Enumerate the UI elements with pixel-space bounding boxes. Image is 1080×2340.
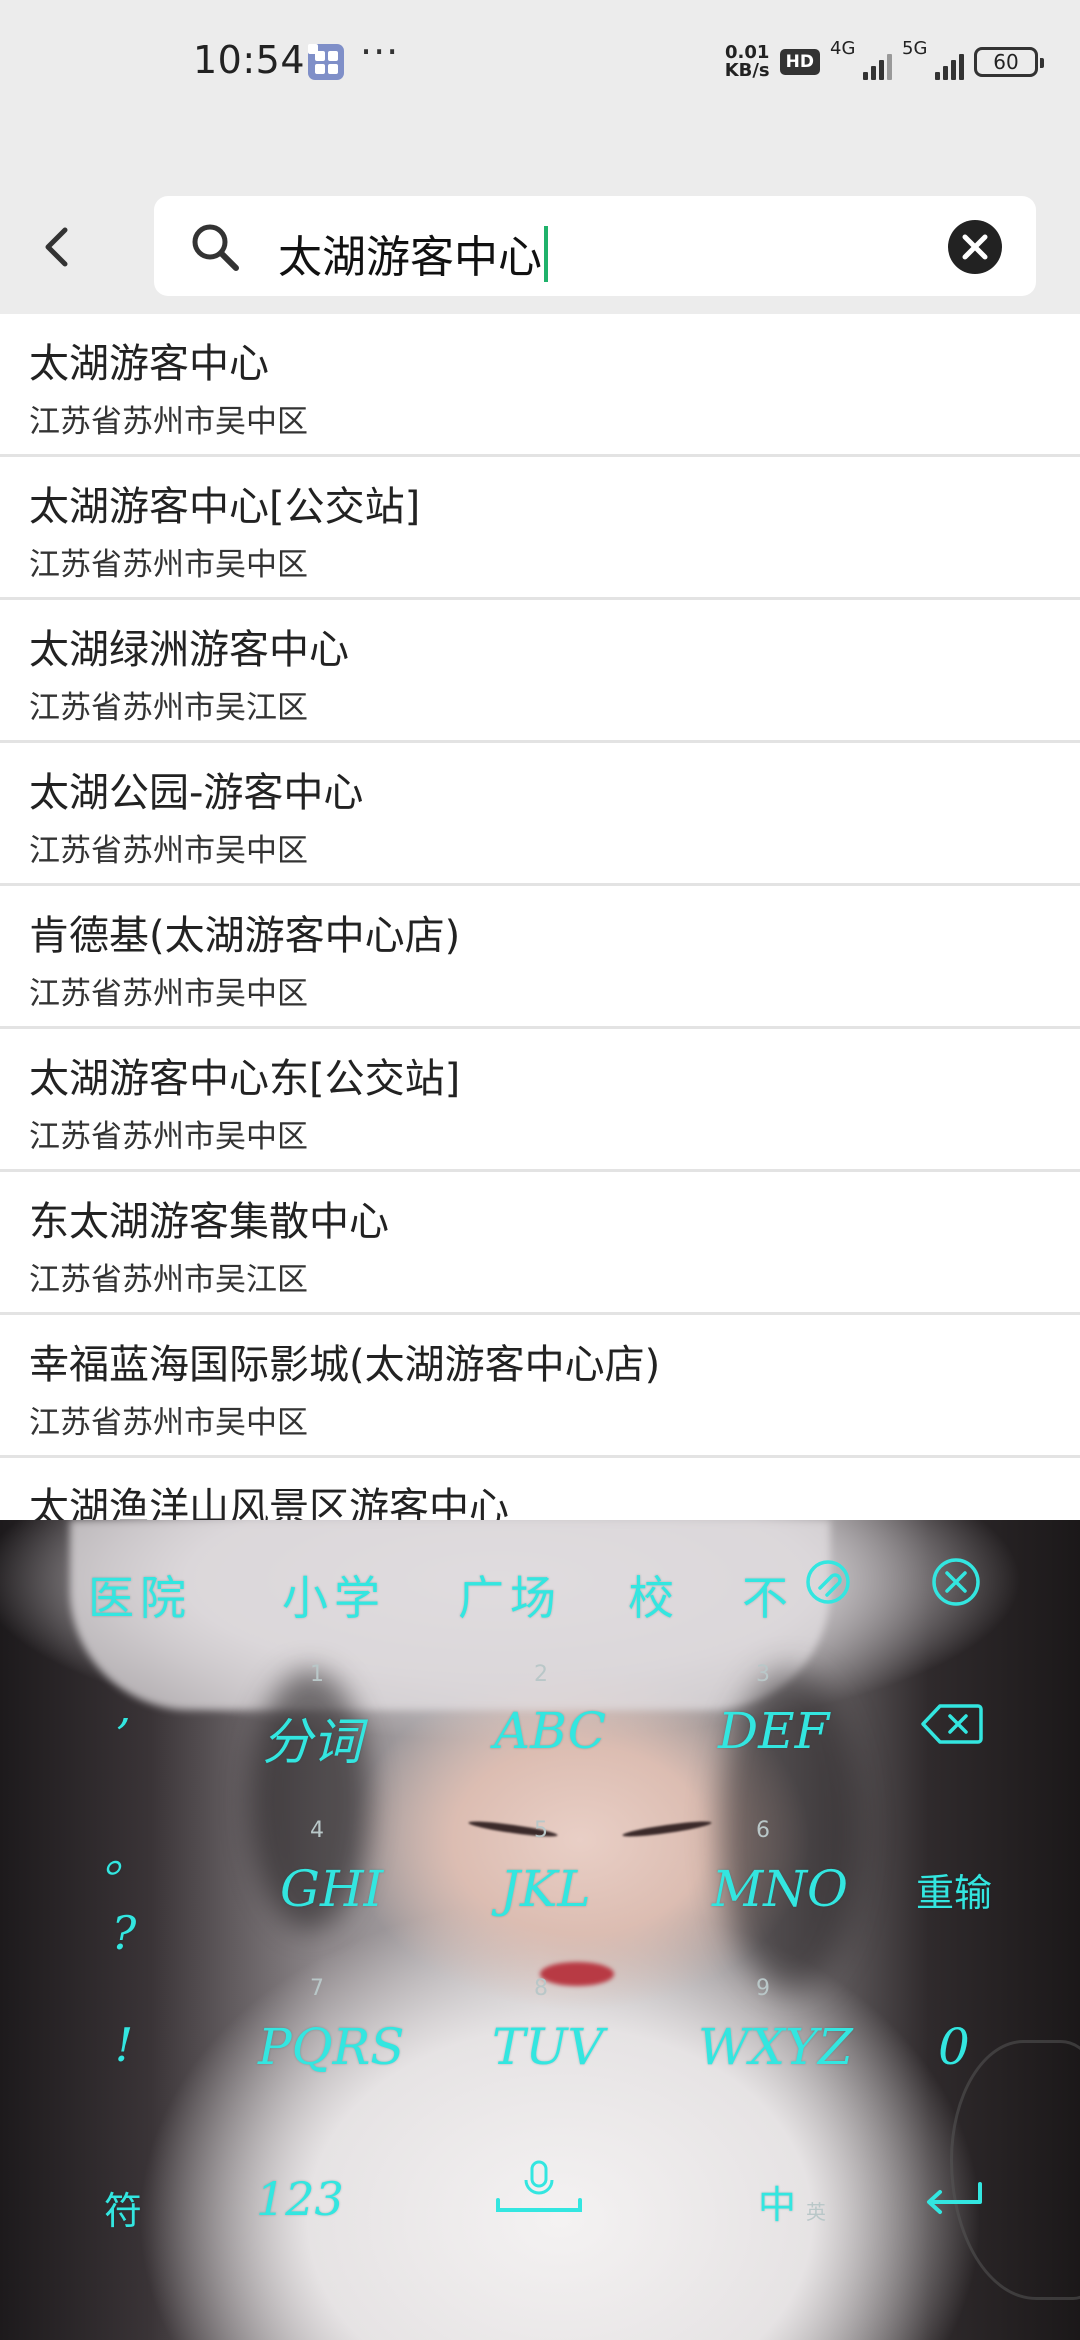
battery-level: 60 [993, 50, 1019, 74]
result-address: 江苏省苏州市吴中区 [29, 1405, 308, 1441]
result-title: 太湖渔洋山风景区游客中心 [29, 1485, 509, 1520]
result-item[interactable]: 东太湖游客集散中心 江苏省苏州市吴江区 [0, 1172, 1080, 1315]
key-number: 3 [756, 1662, 770, 1687]
close-keyboard-icon[interactable] [928, 1554, 984, 1610]
period-key[interactable]: 。 [104, 1820, 150, 1886]
language-current: 中 [758, 2183, 797, 2227]
result-address: 江苏省苏州市吴中区 [29, 1119, 308, 1155]
back-button[interactable] [28, 216, 84, 278]
result-item[interactable]: 太湖绿洲游客中心 江苏省苏州市吴江区 [0, 600, 1080, 743]
key-number: 5 [534, 1818, 548, 1843]
paperclip-icon[interactable] [800, 1554, 856, 1610]
result-address: 江苏省苏州市吴中区 [29, 976, 308, 1012]
status-indicators: 0.01 KB/s HD 4G 5G 60 [725, 38, 1044, 84]
key-0[interactable]: 0 [938, 2018, 970, 2076]
exclamation-key[interactable]: ! [104, 2018, 144, 2072]
numbers-key[interactable]: 123 [256, 2172, 344, 2226]
result-item[interactable]: 太湖游客中心 江苏省苏州市吴中区 [0, 314, 1080, 457]
battery-icon: 60 [974, 47, 1044, 77]
key-number: 2 [534, 1662, 548, 1687]
key-label: JKL [500, 1860, 591, 1918]
hd-voice-icon: HD [779, 49, 820, 75]
search-input[interactable]: 太湖游客中心 [154, 196, 1036, 296]
candidate-word[interactable]: 广场 [458, 1562, 562, 1628]
key-label: GHI [280, 1860, 384, 1918]
ime-keyboard: 医院 小学 广场 校 不 , 。 ? ! 1 分词 2 ABC 3 DEF 4 … [0, 1520, 1080, 2340]
key-number: 7 [310, 1976, 324, 2001]
sim2-network-label: 5G [902, 38, 928, 59]
result-item[interactable]: 太湖游客中心东[公交站] 江苏省苏州市吴中区 [0, 1029, 1080, 1172]
result-item[interactable]: 幸福蓝海国际影城(太湖游客中心店) 江苏省苏州市吴中区 [0, 1315, 1080, 1458]
text-cursor [544, 226, 548, 282]
candidate-word[interactable]: 医院 [88, 1562, 192, 1628]
key-number: 1 [310, 1662, 324, 1687]
network-speed: 0.01 KB/s [725, 44, 770, 80]
result-title: 太湖公园-游客中心 [29, 770, 364, 816]
result-title: 太湖游客中心东[公交站] [29, 1056, 461, 1102]
result-title: 太湖游客中心[公交站] [29, 484, 421, 530]
result-address: 江苏省苏州市吴中区 [29, 833, 308, 869]
key-label: WXYZ [698, 2018, 853, 2076]
search-header: 太湖游客中心 [0, 180, 1080, 314]
sim2-signal-icon: 5G [902, 38, 964, 82]
candidate-word[interactable]: 小学 [282, 1562, 386, 1628]
key-number: 9 [756, 1976, 770, 2001]
key-number: 8 [534, 1976, 548, 2001]
sim1-signal-icon: 4G [830, 38, 892, 82]
chevron-left-icon [45, 227, 68, 267]
key-label: 分词 [262, 1713, 362, 1771]
result-title: 肯德基(太湖游客中心店) [29, 913, 461, 959]
candidate-word[interactable]: 不 [742, 1562, 794, 1628]
question-key[interactable]: ? [104, 1906, 144, 1960]
more-notifications-icon: ··· [360, 30, 400, 74]
app-notification-icon [308, 44, 344, 80]
key-label: DEF [718, 1702, 830, 1760]
result-item[interactable]: 太湖游客中心[公交站] 江苏省苏州市吴中区 [0, 457, 1080, 600]
retype-key[interactable]: 重输 [916, 1862, 992, 1917]
clear-search-button[interactable] [947, 219, 1003, 275]
enter-icon[interactable] [922, 2178, 986, 2220]
result-item[interactable]: 太湖渔洋山风景区游客中心 [0, 1458, 1080, 1520]
candidate-word[interactable]: 校 [628, 1562, 680, 1628]
network-speed-unit: KB/s [724, 60, 770, 81]
language-alt: 英 [806, 2200, 826, 2224]
backspace-icon[interactable] [920, 1702, 984, 1746]
result-address: 江苏省苏州市吴中区 [29, 404, 308, 440]
search-results-list: 太湖游客中心 江苏省苏州市吴中区 太湖游客中心[公交站] 江苏省苏州市吴中区 太… [0, 314, 1080, 1520]
key-label: ABC [494, 1702, 607, 1760]
sim1-network-label: 4G [830, 38, 856, 59]
result-address: 江苏省苏州市吴江区 [29, 1262, 308, 1298]
space-microphone-icon[interactable] [494, 2160, 584, 2220]
search-icon [192, 224, 239, 271]
key-label: PQRS [258, 2018, 405, 2076]
key-number: 6 [756, 1818, 770, 1843]
result-title: 东太湖游客集散中心 [29, 1199, 389, 1245]
result-title: 太湖游客中心 [29, 341, 269, 387]
status-bar: 10:54 ··· 0.01 KB/s HD 4G 5G 60 [0, 0, 1080, 180]
status-time: 10:54 [193, 38, 306, 82]
result-address: 江苏省苏州市吴中区 [29, 547, 308, 583]
result-title: 幸福蓝海国际影城(太湖游客中心店) [29, 1342, 661, 1388]
key-number: 4 [310, 1818, 324, 1843]
result-item[interactable]: 肯德基(太湖游客中心店) 江苏省苏州市吴中区 [0, 886, 1080, 1029]
symbols-key[interactable]: 符 [104, 2180, 142, 2235]
search-query-text: 太湖游客中心 [278, 232, 542, 283]
key-label: TUV [492, 2018, 604, 2076]
result-title: 太湖绿洲游客中心 [29, 627, 349, 673]
result-address: 江苏省苏州市吴江区 [29, 690, 308, 726]
key-label: MNO [712, 1860, 848, 1918]
search-query[interactable]: 太湖游客中心 [278, 221, 548, 285]
result-item[interactable]: 太湖公园-游客中心 江苏省苏州市吴中区 [0, 743, 1080, 886]
comma-key[interactable]: , [104, 1680, 144, 1734]
